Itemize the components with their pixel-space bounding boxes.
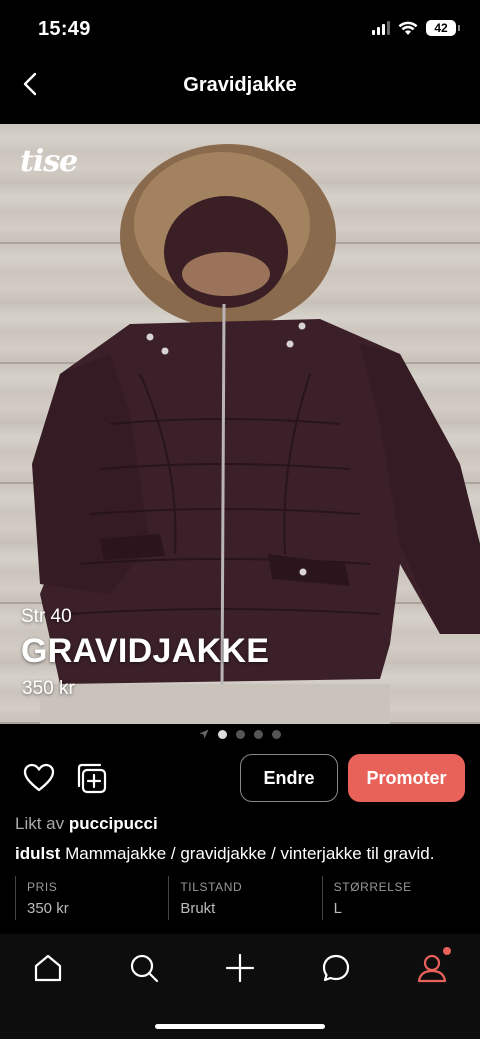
tab-messages[interactable] [316,948,356,988]
heart-icon [23,763,55,792]
liked-by-user-link[interactable]: puccipucci [69,814,158,833]
listing-specs: PRIS 350 kr TILSTAND Brukt STØRRELSE L [15,876,475,920]
battery-icon: 42 [426,20,460,36]
wifi-icon [398,21,418,35]
page-title: Gravidjakke [183,74,297,96]
photo-size-text: Str 40 [21,606,72,627]
pager-dot[interactable] [236,729,245,739]
home-icon [34,954,62,982]
spec-value: Brukt [180,900,216,917]
tab-new-listing[interactable] [220,948,260,988]
photo-price-text: 350 kr [22,678,75,699]
tise-logo: tise [20,144,78,179]
status-icons: 42 [372,20,460,36]
nav-bar: Gravidjakke [0,60,480,112]
location-arrow-icon [199,729,209,739]
tab-home[interactable] [28,948,68,988]
pager-dot[interactable] [218,729,227,739]
photo-pager[interactable] [0,727,480,741]
plus-icon [225,953,255,983]
tab-profile[interactable] [412,947,452,988]
chat-icon [322,954,350,982]
profile-icon [417,954,447,983]
pager-dot[interactable] [254,729,263,739]
action-row: Endre Promoter [0,752,480,804]
like-button[interactable] [21,760,57,796]
liked-by: Likt av puccipucci [15,814,158,834]
tab-bar [0,934,480,1039]
seller-username-link[interactable]: idulst [15,844,60,863]
status-time: 15:49 [38,18,91,40]
liked-by-prefix: Likt av [15,814,65,833]
promote-button[interactable]: Promoter [348,754,465,802]
listing-description: idulst Mammajakke / gravidjakke / vinter… [15,844,475,864]
add-to-collection-icon [77,763,107,794]
spec-label: STØRRELSE [333,880,412,894]
spec-label: PRIS [27,880,58,894]
add-to-collection-button[interactable] [74,760,110,796]
spec-size: STØRRELSE L [321,876,475,920]
spec-value: L [333,900,342,917]
notification-dot [443,947,451,955]
search-icon [130,954,159,983]
spec-condition: TILSTAND Brukt [168,876,321,920]
status-bar: 15:49 42 [0,0,480,60]
description-text: Mammajakke / gravidjakke / vinterjakke t… [65,844,435,863]
spec-price: PRIS 350 kr [15,876,168,920]
home-indicator [155,1024,325,1029]
edit-button[interactable]: Endre [240,754,338,802]
product-photo[interactable]: tise Str 40 GRAVIDJAKKE 350 kr [0,124,480,724]
pager-dot[interactable] [272,729,281,739]
tab-search[interactable] [124,948,164,988]
spec-value: 350 kr [27,900,69,917]
cellular-signal-icon [372,21,390,35]
photo-title-text: GRAVIDJAKKE [21,632,270,670]
spec-label: TILSTAND [180,880,243,894]
